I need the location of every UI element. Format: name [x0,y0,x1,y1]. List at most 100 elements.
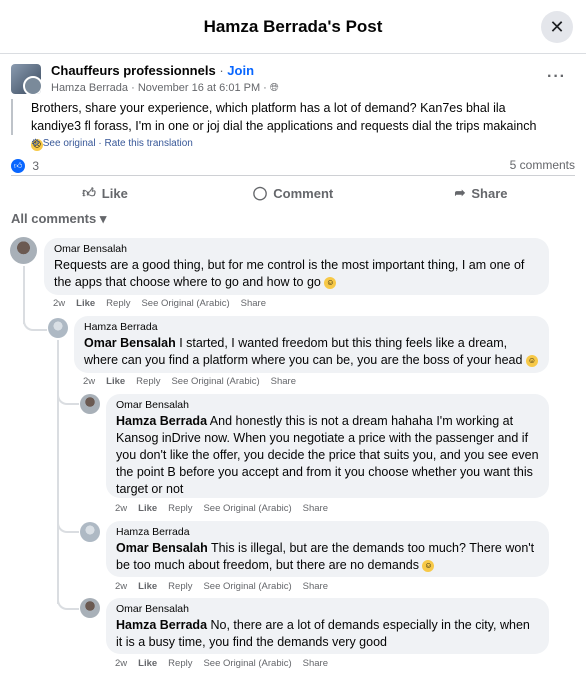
avatar[interactable] [80,598,100,618]
comment-text: Omar Bensalah I started, I wanted freedo… [84,335,539,369]
comment-label: Comment [273,185,334,201]
join-link[interactable]: Join [227,63,254,78]
laughing-emoji-icon: ☺︎ [525,354,538,367]
thread-connector [57,515,79,533]
comment-reply-button[interactable]: Reply [106,298,130,309]
group-avatar[interactable] [11,64,41,94]
comment-text: Hamza Berrada No, there are a lot of dem… [116,617,539,651]
mention-tag[interactable]: Omar Bensalah [116,541,208,555]
thread-line [57,340,59,604]
translation-bar: ⚙︎ See original · Rate this translation [31,138,193,149]
mention-tag[interactable]: Hamza Berrada [116,414,207,428]
share-button[interactable]: ➦ Share [387,176,575,210]
translation-separator: · [98,138,102,149]
sort-label: All comments [11,211,97,226]
comment-share-button[interactable]: Share [271,376,296,387]
comment-like-button[interactable]: Like [138,581,157,592]
avatar[interactable] [80,394,100,414]
gear-icon: ⚙︎ [31,138,40,149]
chevron-down-icon: ▾ [99,211,107,226]
comment-time[interactable]: 2w [83,376,95,387]
comment-bubble: Omar Bensalah Hamza Berrada No, there ar… [106,598,549,654]
group-name[interactable]: Chauffeurs professionnels [51,63,216,78]
comments-sort[interactable]: All comments ▾ [11,211,106,227]
globe-icon: 🌐︎ [269,82,279,94]
comment-like-button[interactable]: Like [76,298,95,309]
comment-text: Omar Bensalah This is illegal, but are t… [116,540,539,574]
post-date[interactable]: November 16 at 6:01 PM [138,82,260,94]
separator: · [219,63,224,78]
avatar[interactable] [80,522,100,542]
thread-connector [57,590,79,610]
see-original-button[interactable]: See Original (Arabic) [203,658,291,669]
mention-tag[interactable]: Hamza Berrada [116,618,207,632]
comment-author[interactable]: Hamza Berrada [116,526,539,538]
see-original-link[interactable]: See original [43,138,96,149]
comment-like-button[interactable]: Like [138,658,157,669]
post-text-bar [11,99,13,135]
comment-actions: 2w Like Reply See Original (Arabic) Shar… [115,503,328,514]
share-label: Share [471,185,508,201]
comment-reply-button[interactable]: Reply [168,503,192,514]
post-text-content: Brothers, share your experience, which p… [31,101,537,133]
see-original-button[interactable]: See Original (Arabic) [203,581,291,592]
comment-author[interactable]: Omar Bensalah [116,603,539,615]
comment-author[interactable]: Omar Bensalah [54,243,539,255]
comment-author[interactable]: Hamza Berrada [84,321,539,333]
comment-share-button[interactable]: Share [303,658,328,669]
comment-text: Requests are a good thing, but for me co… [54,257,539,291]
comment-share-button[interactable]: Share [303,503,328,514]
thread-connector [57,386,79,405]
rate-translation-link[interactable]: Rate this translation [104,138,192,149]
comment-like-button[interactable]: Like [138,503,157,514]
author-avatar [23,76,41,94]
post-meta: Hamza Berrada · November 16 at 6:01 PM ·… [51,82,279,94]
post-actions: 👍︎ Like ◯ Comment ➦ Share [11,175,575,210]
like-button[interactable]: 👍︎ Like [11,176,199,210]
comment-actions: 2w Like Reply See Original (Arabic) Shar… [115,658,328,669]
see-original-button[interactable]: See Original (Arabic) [203,503,291,514]
comment-bubble: Hamza Berrada Omar Bensalah I started, I… [74,316,549,373]
comment-time[interactable]: 2w [115,581,127,592]
comment-time[interactable]: 2w [115,658,127,669]
thread-connector [23,305,47,331]
comment-icon: ◯ [252,185,268,200]
comment-text: Hamza Berrada And honestly this is not a… [116,413,539,498]
see-original-button[interactable]: See Original (Arabic) [141,298,229,309]
avatar[interactable] [48,318,68,338]
close-icon: ✕ [549,16,565,37]
post-author[interactable]: Hamza Berrada [51,82,128,94]
post-stats: 👍︎ 3 5 comments [11,158,575,174]
comment-reply-button[interactable]: Reply [168,658,192,669]
comment-bubble: Omar Bensalah Hamza Berrada And honestly… [106,394,549,498]
close-button[interactable]: ✕ [541,11,573,43]
comment-author[interactable]: Omar Bensalah [116,399,539,411]
comment-time[interactable]: 2w [115,503,127,514]
comment-time[interactable]: 2w [53,298,65,309]
dialog-header: Hamza Berrada's Post ✕ [0,0,586,54]
reaction-count[interactable]: 3 [32,159,39,173]
share-icon: ➦ [454,185,466,200]
comment-share-button[interactable]: Share [241,298,266,309]
laughing-emoji-icon: ☺︎ [324,276,337,289]
comment-body: Requests are a good thing, but for me co… [54,258,525,289]
comment-bubble: Hamza Berrada Omar Bensalah This is ille… [106,521,549,577]
dialog-title: Hamza Berrada's Post [203,17,383,36]
see-original-button[interactable]: See Original (Arabic) [171,376,259,387]
thumbs-up-icon: 👍︎ [82,185,96,200]
comment-button[interactable]: ◯ Comment [199,176,387,210]
laughing-emoji-icon: ☺︎ [422,559,435,572]
comment-reply-button[interactable]: Reply [168,581,192,592]
more-options-icon[interactable]: ··· [547,68,566,86]
comment-actions: 2w Like Reply See Original (Arabic) Shar… [53,298,266,309]
like-reaction-icon[interactable]: 👍︎ [11,158,25,173]
mention-tag[interactable]: Omar Bensalah [84,336,176,350]
comment-like-button[interactable]: Like [106,376,125,387]
comment-bubble: Omar Bensalah Requests are a good thing,… [44,238,549,295]
comments-count[interactable]: 5 comments [510,158,575,172]
like-label: Like [101,185,128,201]
comment-reply-button[interactable]: Reply [136,376,160,387]
avatar[interactable] [10,237,37,264]
comment-share-button[interactable]: Share [303,581,328,592]
comment-actions: 2w Like Reply See Original (Arabic) Shar… [115,581,328,592]
